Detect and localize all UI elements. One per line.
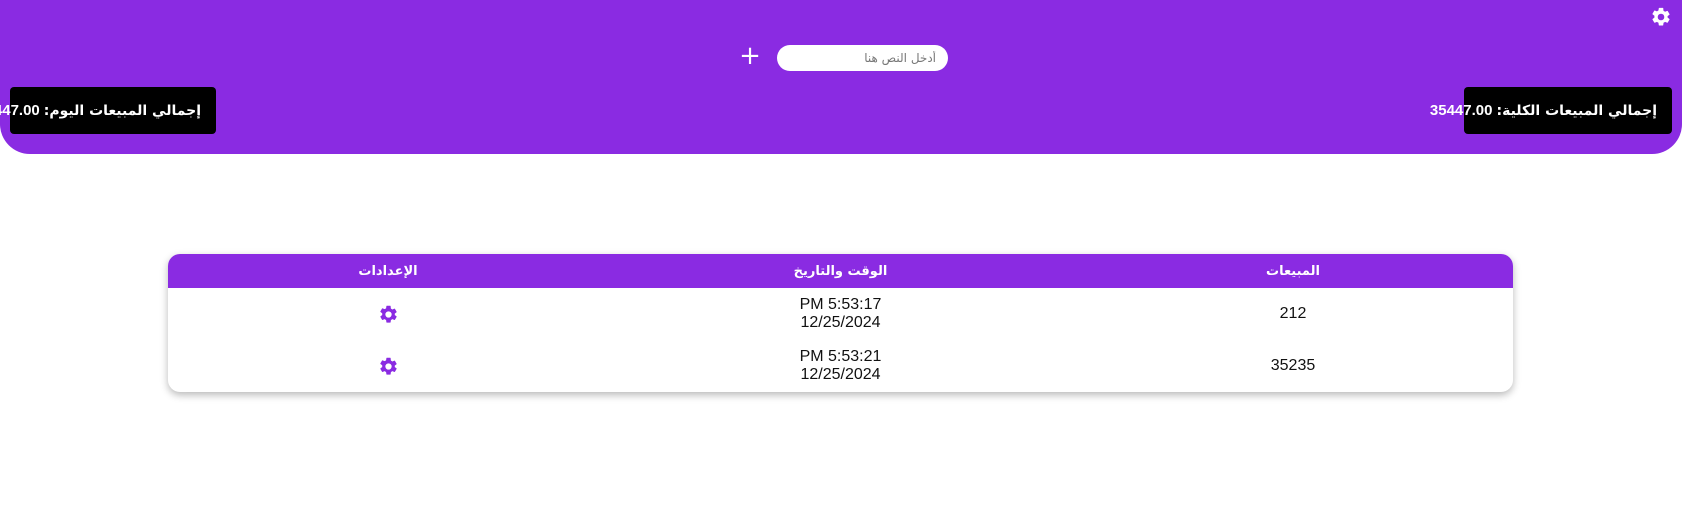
table-header-row: المبيعات الوقت والتاريخ الإعدادات (168, 254, 1513, 288)
top-header: + إجمالي المبيعات الكلية: 35447.00 إجمال… (0, 0, 1682, 154)
add-button[interactable]: + (738, 42, 762, 70)
cell-date: 12/25/2024 (800, 366, 881, 383)
cell-sales: 35235 (1270, 357, 1316, 374)
table-row: 35235 PM 5:53:21 12/25/2024 (168, 340, 1513, 392)
column-header-datetime: الوقت والتاريخ (793, 263, 888, 279)
cell-sales: 212 (1279, 305, 1307, 322)
row-settings-gear-icon[interactable] (378, 356, 399, 377)
settings-gear-icon[interactable] (1650, 6, 1672, 28)
sales-table-card: المبيعات الوقت والتاريخ الإعدادات 212 PM… (168, 254, 1513, 392)
cell-date: 12/25/2024 (800, 314, 881, 331)
total-sales-box: إجمالي المبيعات الكلية: 35447.00 (1430, 87, 1672, 134)
today-sales-value: 35447.00 (0, 102, 40, 119)
sales-table: المبيعات الوقت والتاريخ الإعدادات 212 PM… (168, 254, 1513, 392)
cell-settings (168, 288, 608, 340)
search-box (777, 45, 948, 71)
cell-datetime: PM 5:53:21 12/25/2024 (608, 340, 1073, 392)
total-sales-label: إجمالي المبيعات الكلية: (1496, 102, 1657, 119)
row-settings-gear-icon[interactable] (378, 304, 399, 325)
today-sales-box: إجمالي المبيعات اليوم: 35447.00 (0, 87, 216, 134)
cell-time: PM 5:53:17 (799, 296, 882, 313)
cell-settings (168, 340, 608, 392)
cell-time: PM 5:53:21 (799, 348, 882, 365)
table-row: 212 PM 5:53:17 12/25/2024 (168, 288, 1513, 340)
column-header-settings: الإعدادات (358, 263, 418, 279)
cell-datetime: PM 5:53:17 12/25/2024 (608, 288, 1073, 340)
column-header-sales: المبيعات (1266, 263, 1320, 279)
total-sales-value: 35447.00 (1429, 102, 1493, 119)
today-sales-label: إجمالي المبيعات اليوم: (43, 102, 201, 119)
text-input[interactable] (777, 45, 948, 71)
